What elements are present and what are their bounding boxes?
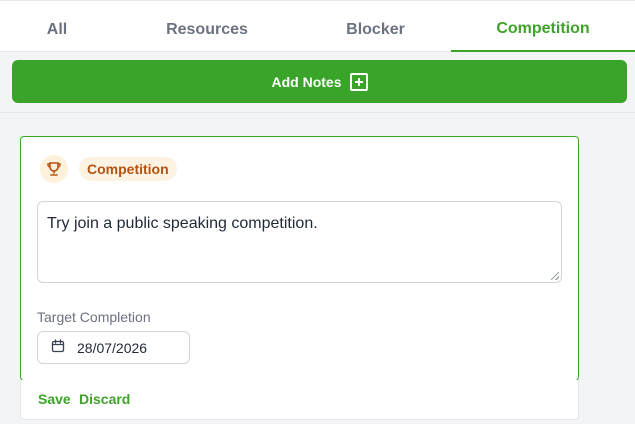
category-badge: Competition xyxy=(79,157,177,181)
add-notes-button[interactable]: Add Notes xyxy=(12,60,627,103)
tab-bar: All Resources Blocker Competition xyxy=(0,0,635,52)
trophy-icon xyxy=(40,155,68,183)
tab-competition[interactable]: Competition xyxy=(451,7,635,52)
save-button[interactable]: Save xyxy=(38,391,71,407)
note-textarea[interactable]: Try join a public speaking competition. xyxy=(37,201,562,283)
note-card: Competition Try join a public speaking c… xyxy=(20,136,579,381)
resize-handle-icon[interactable] xyxy=(551,272,559,280)
note-text: Try join a public speaking competition. xyxy=(47,215,318,232)
target-date-field[interactable]: 28/07/2026 xyxy=(37,331,190,364)
plus-square-icon xyxy=(349,72,368,91)
tab-blocker[interactable]: Blocker xyxy=(300,7,451,52)
tab-all[interactable]: All xyxy=(0,7,114,52)
tab-resources[interactable]: Resources xyxy=(114,7,300,52)
target-date-value: 28/07/2026 xyxy=(77,339,148,356)
discard-button[interactable]: Discard xyxy=(79,391,130,407)
note-card-footer: Save Discard xyxy=(20,380,579,420)
add-notes-label: Add Notes xyxy=(271,73,342,90)
target-completion-label: Target Completion xyxy=(37,309,151,325)
calendar-icon xyxy=(51,339,65,356)
